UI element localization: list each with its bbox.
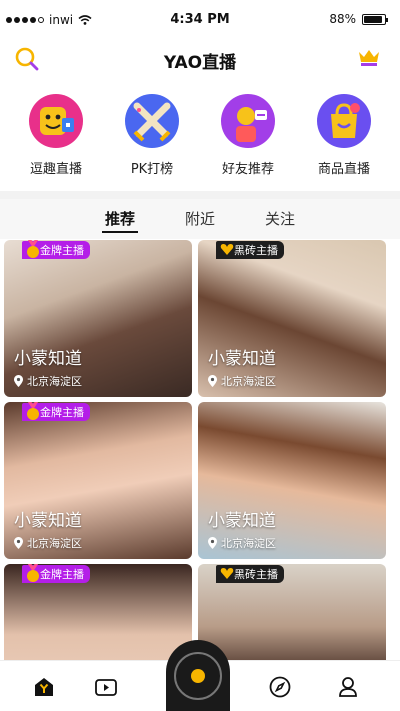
host-location: 北京海淀区 [14,535,82,551]
badge-label: 金牌主播 [40,406,84,419]
heart-icon [220,244,234,255]
category-label: PK打榜 [130,162,174,177]
home-y-icon[interactable] [32,675,56,699]
go-live-button[interactable] [166,640,230,711]
gold-host-badge: 金牌主播 [22,564,90,583]
battery-percent: 88% [329,12,356,26]
friend-recommend-icon [221,94,275,148]
location-pin-icon [14,375,23,387]
brick-host-badge: 黑砖主播 [216,565,284,583]
host-name: 小蒙知道 [14,349,82,369]
location-text: 北京海淀区 [221,537,276,550]
location-text: 北京海淀区 [27,375,82,388]
battery-icon [362,13,388,25]
location-pin-icon [208,375,217,387]
location-pin-icon [14,537,23,549]
crown-icon[interactable] [358,48,380,66]
location-text: 北京海淀区 [27,537,82,550]
live-card[interactable]: 小蒙知道 北京海淀区 [198,402,386,559]
category-row: 逗趣直播 PK打榜 好友推荐 商品直播 [0,90,400,185]
badge-label: 黑砖主播 [234,568,278,581]
page-title: YAO直播 [163,53,237,73]
badge-label: 金牌主播 [40,244,84,257]
battery-area: 88% [329,12,388,26]
gold-host-badge: 金牌主播 [22,402,90,421]
feed-tabs: 推荐 附近 关注 [0,199,400,239]
heart-icon [220,568,234,579]
tab-following[interactable]: 关注 [240,199,320,239]
crossed-swords-icon [125,94,179,148]
category-label: 好友推荐 [221,162,274,177]
host-name: 小蒙知道 [208,511,276,531]
category-product-live[interactable]: 商品直播 [296,90,392,185]
category-friend-recommend[interactable]: 好友推荐 [200,90,296,185]
category-funny-live[interactable]: 逗趣直播 [8,90,104,185]
gold-host-badge: 金牌主播 [22,240,90,259]
host-location: 北京海淀区 [14,373,82,389]
location-text: 北京海淀区 [221,375,276,388]
host-name: 小蒙知道 [208,349,276,369]
live-record-icon [174,652,222,700]
category-pk-ranking[interactable]: PK打榜 [104,90,200,185]
badge-label: 金牌主播 [40,568,84,581]
badge-label: 黑砖主播 [234,244,278,257]
status-bar: inwi 4:34 PM 88% [0,0,400,38]
live-card[interactable]: 黑砖主播 小蒙知道 北京海淀区 [198,240,386,397]
compass-icon[interactable] [268,675,292,699]
search-icon[interactable] [14,46,40,72]
location-pin-icon [208,537,217,549]
tab-nearby[interactable]: 附近 [160,199,240,239]
brick-host-badge: 黑砖主播 [216,241,284,259]
navigation-bar: YAO直播 [0,38,400,82]
live-card[interactable]: 金牌主播 小蒙知道 北京海淀区 [4,402,192,559]
video-play-icon[interactable] [94,675,118,699]
live-card[interactable]: 黑砖主播 [198,564,386,660]
shopping-bag-icon [317,94,371,148]
category-label: 逗趣直播 [29,162,82,177]
host-location: 北京海淀区 [208,373,276,389]
medal-icon [27,240,39,258]
host-name: 小蒙知道 [14,511,82,531]
profile-icon[interactable] [336,675,360,699]
tab-recommend[interactable]: 推荐 [80,199,160,239]
medal-icon [27,402,39,420]
live-card[interactable]: 金牌主播 [4,564,192,660]
section-divider [0,191,400,199]
medal-icon [27,564,39,582]
live-grid: 金牌主播 小蒙知道 北京海淀区 黑砖主播 小蒙知道 北京海淀区 金牌主播 小蒙知… [4,240,396,660]
category-label: 商品直播 [317,162,370,177]
host-location: 北京海淀区 [208,535,276,551]
live-card[interactable]: 金牌主播 小蒙知道 北京海淀区 [4,240,192,397]
funny-face-icon [29,94,83,148]
